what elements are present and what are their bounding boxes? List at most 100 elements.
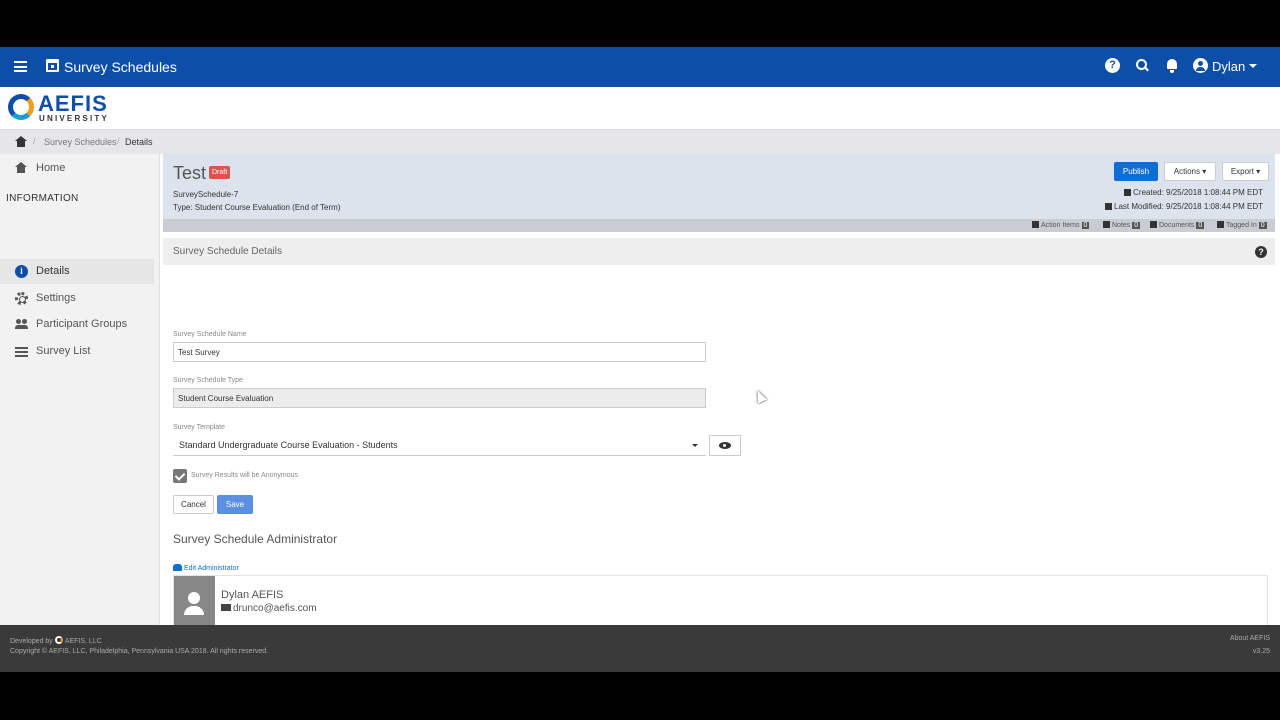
admin-section-title: Survey Schedule Administrator <box>173 532 338 546</box>
sidebar-section-title: INFORMATION <box>6 193 79 204</box>
stat-label: Notes <box>1112 222 1131 229</box>
notes-count[interactable]: Notes 0 <box>1103 221 1141 229</box>
logo-band: AEFIS UNIVERSITY <box>0 87 1280 129</box>
cancel-button[interactable]: Cancel <box>173 495 214 514</box>
group-icon <box>15 318 28 331</box>
type-label: Survey Schedule Type <box>173 377 243 384</box>
calendar-icon <box>1124 189 1132 196</box>
action-items-icon <box>1032 221 1039 228</box>
modified-text: Last Modified: 9/25/2018 1:08:44 PM EDT <box>1114 202 1263 211</box>
status-badge: Draft <box>209 166 231 179</box>
anonymous-label: Survey Results will be Anonymous <box>191 472 298 479</box>
footer-copyright: Copyright © AEFIS, LLC, Philadelphia, Pe… <box>10 648 269 655</box>
sidebar-item-details[interactable]: i Details <box>0 259 154 284</box>
admin-email: drunco@aefis.com <box>221 603 317 614</box>
section-title: Survey Schedule Details <box>173 246 282 257</box>
help-icon[interactable]: ? <box>1105 58 1120 73</box>
app-window: Survey Schedules ? Dylan AEFIS UNIVERSIT… <box>0 47 1280 672</box>
survey-type-field: Student Course Evaluation <box>173 388 706 408</box>
details-section-header: Survey Schedule Details ? <box>163 238 1275 265</box>
developed-by-text: Developed by <box>10 638 53 645</box>
admin-email-text: drunco@aefis.com <box>233 603 317 614</box>
aefis-logo-icon[interactable] <box>8 94 34 120</box>
user-plus-icon <box>173 564 182 571</box>
home-icon <box>15 162 28 175</box>
stat-label: Tagged In <box>1226 222 1257 229</box>
breadcrumb-details: Details <box>125 137 153 147</box>
sidebar-item-label: Home <box>36 162 66 174</box>
edit-administrator-link[interactable]: Edit Administrator <box>173 564 239 572</box>
breadcrumb: / Survey Schedules / Details <box>0 129 1280 154</box>
aefis-logo-icon <box>54 636 63 644</box>
main-content: Test Draft SurveySchedule-7 Type: Studen… <box>163 154 1280 633</box>
stat-label: Documents <box>1159 222 1195 229</box>
top-bar: Survey Schedules ? Dylan <box>0 47 1280 87</box>
footer: Developed by AEFIS, LLC Copyright © AEFIS… <box>0 625 1280 672</box>
sidebar-item-home[interactable]: Home <box>0 156 154 181</box>
footer-developed-by: Developed by AEFIS, LLC <box>10 636 102 645</box>
chevron-down-icon[interactable] <box>1249 64 1257 68</box>
sidebar-item-settings[interactable]: Settings <box>0 286 154 311</box>
envelope-icon <box>221 604 231 611</box>
actions-dropdown-button[interactable]: Actions ▾ <box>1164 162 1216 181</box>
app-title: Survey Schedules <box>64 59 177 75</box>
sidebar-item-label: Details <box>36 265 70 277</box>
export-dropdown-button[interactable]: Export ▾ <box>1222 162 1269 181</box>
sidebar-item-label: Settings <box>36 292 76 304</box>
calendar-icon <box>46 59 59 72</box>
sidebar-nav: Home INFORMATION i Details Settings Part… <box>0 154 160 625</box>
stat-count: 0 <box>1081 222 1090 229</box>
anonymous-checkbox[interactable] <box>173 469 187 483</box>
record-title: Test <box>173 163 207 183</box>
stat-count: 0 <box>1196 222 1205 229</box>
calendar-icon <box>1105 203 1113 210</box>
publish-button[interactable]: Publish <box>1114 162 1158 181</box>
hamburger-menu-icon[interactable] <box>14 61 27 72</box>
sidebar-item-label: Survey List <box>36 345 91 357</box>
logo-text[interactable]: AEFIS <box>38 93 108 115</box>
tagged-in-count[interactable]: Tagged In 0 <box>1217 221 1267 229</box>
documents-count[interactable]: Documents 0 <box>1150 221 1205 229</box>
stat-count: 0 <box>1258 222 1267 229</box>
help-icon[interactable]: ? <box>1255 246 1267 258</box>
gear-icon <box>15 292 28 305</box>
chevron-down-icon <box>692 444 698 447</box>
admin-card: Dylan AEFIS drunco@aefis.com <box>173 575 1268 633</box>
list-icon <box>15 345 28 358</box>
breadcrumb-separator: / <box>33 136 36 146</box>
select-value: Standard Undergraduate Course Evaluation… <box>179 440 398 450</box>
breadcrumb-survey-schedules[interactable]: Survey Schedules <box>44 137 117 147</box>
record-type: Type: Student Course Evaluation (End of … <box>173 203 341 212</box>
sidebar-item-label: Participant Groups <box>36 318 128 330</box>
preview-eye-button[interactable] <box>709 435 741 456</box>
company-name: AEFIS, LLC <box>64 638 102 645</box>
tag-icon <box>1217 221 1224 228</box>
record-status-bar: Action Items 0 Notes 0 Documents 0 Tagged I… <box>163 219 1275 232</box>
survey-name-input[interactable]: Test Survey <box>173 342 706 362</box>
about-link[interactable]: About AEFIS <box>1230 635 1270 642</box>
notes-icon <box>1103 221 1110 228</box>
name-label: Survey Schedule Name <box>173 331 247 338</box>
created-text: Created: 9/25/2018 1:08:44 PM EDT <box>1133 188 1263 197</box>
admin-name: Dylan AEFIS <box>221 589 284 601</box>
edit-administrator-label: Edit Administrator <box>184 565 239 572</box>
record-header: Test Draft SurveySchedule-7 Type: Studen… <box>163 154 1275 219</box>
save-button[interactable]: Save <box>217 495 253 514</box>
user-menu[interactable]: Dylan <box>1212 59 1245 74</box>
sidebar-item-participant-groups[interactable]: Participant Groups <box>0 312 154 337</box>
documents-icon <box>1150 221 1157 228</box>
user-account-icon[interactable] <box>1193 58 1208 73</box>
info-icon: i <box>15 265 28 278</box>
bell-icon[interactable] <box>1165 58 1180 73</box>
record-id: SurveySchedule-7 <box>173 190 239 199</box>
home-icon[interactable] <box>15 136 27 147</box>
search-icon[interactable] <box>1135 58 1150 73</box>
template-label: Survey Template <box>173 424 226 431</box>
version-label: v3.25 <box>1252 648 1270 655</box>
created-timestamp: Created: 9/25/2018 1:08:44 PM EDT <box>1124 188 1263 197</box>
stat-label: Action Items <box>1041 222 1080 229</box>
survey-template-select[interactable]: Standard Undergraduate Course Evaluation… <box>173 435 706 456</box>
action-items-count[interactable]: Action Items 0 <box>1032 221 1090 229</box>
sidebar-item-survey-list[interactable]: Survey List <box>0 339 154 364</box>
stat-count: 0 <box>1132 222 1141 229</box>
